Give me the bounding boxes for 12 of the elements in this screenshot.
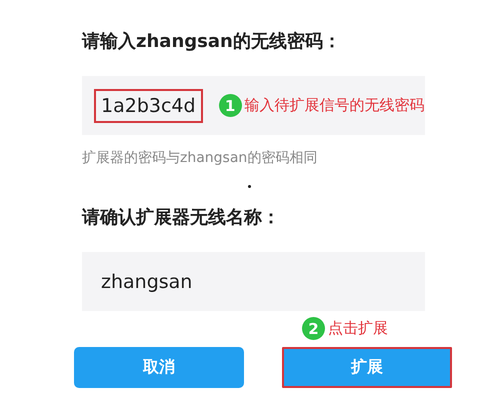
step-number-badge: 1 (218, 94, 242, 117)
hint-text: 扩展器的密码与zhangsan的密码相同 (82, 149, 318, 167)
field-value: 1a2b3c4d (94, 88, 203, 122)
field-value: zhangsan (100, 270, 194, 294)
input-field[interactable]: 1a2b3c4d 1 输入待扩展信号的无线密码 (82, 76, 425, 135)
step-number-badge: 2 (302, 317, 325, 340)
section-title: 请确认扩展器无线名称： (82, 206, 281, 230)
input-field[interactable]: zhangsan (82, 252, 425, 311)
annotation-text: 点击扩展 (328, 319, 388, 338)
dot-mark (248, 185, 251, 188)
section-title: 请输入zhangsan的无线密码： (82, 30, 342, 54)
annotation-text: 输入待扩展信号的无线密码 (244, 96, 425, 115)
